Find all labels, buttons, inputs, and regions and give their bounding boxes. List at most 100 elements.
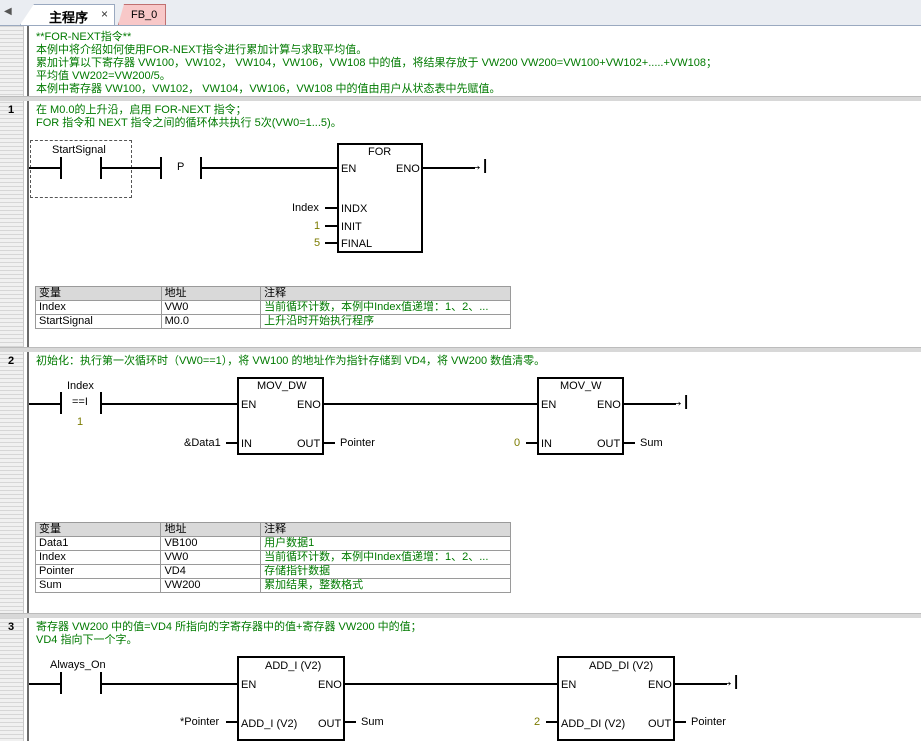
comment-line: 本例中寄存器 VW100，VW102， VW104，VW106，VW108 中的… — [36, 83, 501, 95]
wire — [324, 403, 538, 405]
pin-en: EN — [241, 399, 257, 411]
block-title: ADD_DI (V2) — [589, 660, 654, 672]
compare-var: Index — [67, 380, 94, 392]
cell: Data1 — [34, 536, 162, 551]
cell: Sum — [34, 578, 162, 593]
network-gutter — [0, 26, 24, 741]
scroll-left-arrow-icon[interactable]: ◀ — [4, 6, 12, 17]
cell: VD4 — [160, 564, 262, 579]
network-comment[interactable]: 在 M0.0的上升沿，启用 FOR-NEXT 指令； FOR 指令和 NEXT … — [36, 104, 342, 130]
comment-line: VD4 指向下一个字。 — [36, 634, 138, 646]
input-final[interactable]: 5 — [314, 237, 320, 249]
pin-eno: ENO — [297, 399, 321, 411]
output-value[interactable]: Sum — [640, 437, 663, 449]
pin-out: OUT — [597, 438, 621, 450]
pin-en: EN — [341, 163, 357, 175]
contact-bar — [60, 157, 62, 179]
cell: 上升沿时开始执行程序 — [260, 314, 511, 329]
contact-bar — [60, 672, 62, 694]
network-separator — [0, 613, 921, 618]
table-row[interactable]: StartSignal M0.0 上升沿时开始执行程序 — [35, 314, 511, 329]
input-value[interactable]: 2 — [534, 716, 540, 728]
table-row[interactable]: Index VW0 当前循环计数，本例中Index值递增：1、2、... — [35, 300, 511, 315]
power-rail — [27, 26, 29, 741]
column-header: 变量 — [35, 286, 162, 301]
symbol-table[interactable]: 变量 地址 注释 Index VW0 当前循环计数，本例中Index值递增：1、2、..… — [35, 286, 511, 329]
tab-main-program[interactable]: 主程序 × — [20, 4, 115, 25]
editor-tab-bar: ◀ 主程序 × FB_0 — [0, 0, 921, 26]
pin-out: OUT — [318, 718, 342, 730]
table-row[interactable]: Data1 VB100 用户数据1 — [34, 536, 511, 551]
table-row[interactable]: Sum VW200 累加结果，整数格式 — [34, 578, 511, 593]
comment-line: **FOR-NEXT指令** — [36, 31, 132, 43]
contact-bar — [160, 157, 162, 179]
network-separator — [0, 347, 921, 352]
wire — [345, 721, 356, 723]
cell: Index — [34, 550, 162, 565]
block-title: FOR — [368, 146, 392, 158]
cell: StartSignal — [35, 314, 162, 329]
wire — [675, 721, 686, 723]
add-di-block[interactable]: ADD_DI (V2) EN ENO ADD_DI (V2) OUT — [557, 656, 675, 741]
column-header: 注释 — [260, 286, 511, 301]
comment-line: 平均值 VW202=VW200/5。 — [36, 70, 171, 82]
comment-line: FOR 指令和 NEXT 指令之间的循环体共执行 5次(VW0=1...5)。 — [36, 117, 342, 129]
input-value[interactable]: &Data1 — [184, 437, 221, 449]
wire — [226, 721, 237, 723]
input-init[interactable]: 1 — [314, 220, 320, 232]
table-row[interactable]: Index VW0 当前循环计数，本例中Index值递增：1、2、... — [34, 550, 511, 565]
pin-en: EN — [561, 679, 577, 691]
close-icon[interactable]: × — [101, 7, 108, 21]
compare-value[interactable]: 1 — [77, 416, 83, 428]
comment-line: 本例中将介绍如何使用FOR-NEXT指令进行累加计算与求取平均值。 — [36, 44, 368, 56]
program-comment[interactable]: **FOR-NEXT指令** 本例中将介绍如何使用FOR-NEXT指令进行累加计… — [36, 31, 717, 96]
output-value[interactable]: Pointer — [691, 716, 726, 728]
cell: 当前循环计数，本例中Index值递增：1、2、... — [260, 300, 511, 315]
cell: 用户数据1 — [260, 536, 511, 551]
pin-en: EN — [241, 679, 257, 691]
mov-w-block[interactable]: MOV_W EN ENO IN OUT — [537, 377, 624, 455]
wire — [100, 683, 238, 685]
block-title: MOV_W — [560, 380, 602, 392]
network-comment[interactable]: 初始化：执行第一次循环时（VW0==1），将 VW100 的地址作为指针存储到 … — [36, 355, 545, 368]
comment-line: 在 M0.0的上升沿，启用 FOR-NEXT 指令； — [36, 104, 247, 116]
add-i-block[interactable]: ADD_I (V2) EN ENO ADD_I (V2) OUT — [237, 656, 345, 741]
table-row[interactable]: Pointer VD4 存储指针数据 — [34, 564, 511, 579]
comment-line: 累加计算以下寄存器 VW100，VW102， VW104，VW106，VW108… — [36, 57, 717, 69]
pin-eno: ENO — [396, 163, 420, 175]
pin-indx: INDX — [341, 203, 368, 215]
input-value[interactable]: *Pointer — [180, 716, 219, 728]
wire — [200, 167, 338, 169]
pin-in: ADD_DI (V2) — [561, 718, 626, 730]
wire — [324, 442, 335, 444]
pin-out: OUT — [297, 438, 321, 450]
column-header: 地址 — [160, 286, 262, 301]
wire — [345, 683, 558, 685]
for-block[interactable]: FOR EN ENO INDX INIT FINAL — [337, 143, 423, 253]
column-header: 注释 — [260, 522, 511, 537]
wire — [29, 683, 62, 685]
output-arrow-icon: →| — [719, 673, 739, 690]
cell: VW0 — [160, 550, 262, 565]
pin-in: IN — [541, 438, 552, 450]
output-value[interactable]: Pointer — [340, 437, 375, 449]
cell: 当前循环计数，本例中Index值递增：1、2、... — [260, 550, 511, 565]
tab-fb0[interactable]: FB_0 — [118, 4, 166, 25]
ladder-editor[interactable]: **FOR-NEXT指令** 本例中将介绍如何使用FOR-NEXT指令进行累加计… — [0, 26, 921, 741]
comment-line: 寄存器 VW200 中的值=VD4 所指向的字寄存器中的值+寄存器 VW200 … — [36, 621, 422, 633]
output-value[interactable]: Sum — [361, 716, 384, 728]
pin-en: EN — [541, 399, 557, 411]
p-contact-label: P — [177, 161, 185, 173]
mov-dw-block[interactable]: MOV_DW EN ENO IN OUT — [237, 377, 324, 455]
network-comment[interactable]: 寄存器 VW200 中的值=VD4 所指向的字寄存器中的值+寄存器 VW200 … — [36, 621, 422, 647]
column-header: 变量 — [34, 522, 162, 537]
input-index[interactable]: Index — [292, 202, 319, 214]
output-arrow-icon: →| — [669, 393, 689, 410]
input-value[interactable]: 0 — [514, 437, 520, 449]
pin-init: INIT — [341, 221, 362, 233]
tab-label: FB_0 — [131, 9, 158, 21]
cell: VW0 — [160, 300, 262, 315]
cell: 累加结果，整数格式 — [260, 578, 511, 593]
tab-label: 主程序 — [49, 10, 89, 25]
symbol-table[interactable]: 变量 地址 注释 Data1 VB100 用户数据1 Index VW0 当前循环计数，本例… — [34, 522, 511, 593]
